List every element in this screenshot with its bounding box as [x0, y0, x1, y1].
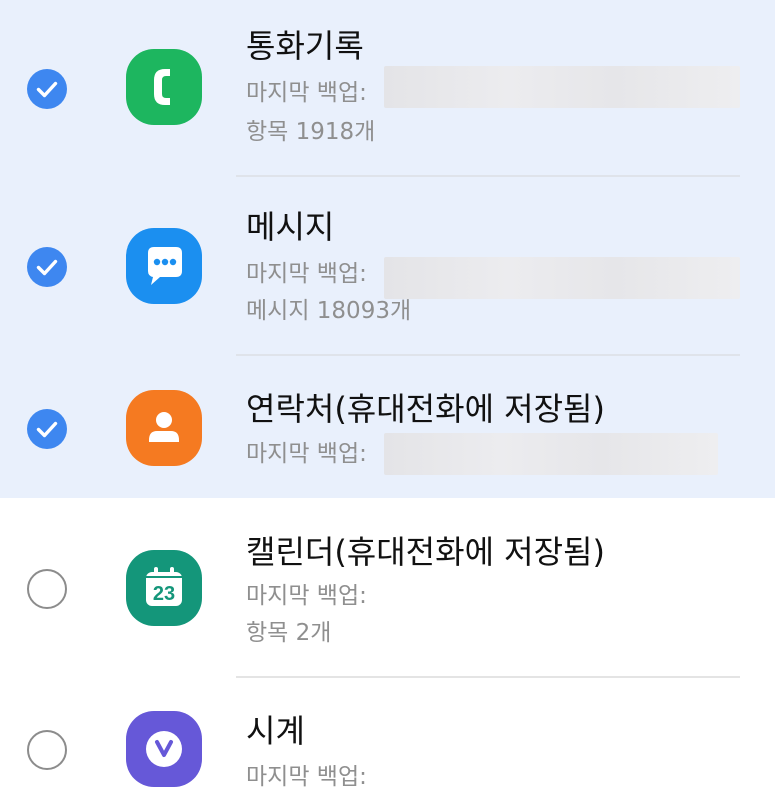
item-detail: 항목 1918개: [246, 119, 376, 145]
checkmark-icon: [36, 421, 58, 438]
checkbox-call-log[interactable]: [27, 69, 67, 109]
calendar-date-text: 23: [153, 583, 175, 605]
item-title: 캘린더(휴대전화에 저장됨): [246, 533, 605, 571]
clock-icon: [146, 731, 182, 767]
calendar-app-icon: 23: [126, 550, 202, 626]
item-title: 메시지: [246, 208, 335, 246]
message-icon: [148, 247, 182, 285]
contacts-app-icon: [126, 390, 202, 466]
divider: [236, 354, 740, 356]
checkbox-messages[interactable]: [27, 247, 67, 287]
backup-item-call-log[interactable]: 통화기록 마지막 백업: 항목 1918개: [0, 0, 775, 178]
last-backup-label: 마지막 백업:: [246, 441, 367, 467]
messages-app-icon: [126, 228, 202, 304]
redacted-backup-date: [384, 66, 740, 108]
last-backup-label: 마지막 백업:: [246, 583, 367, 609]
last-backup-label: 마지막 백업:: [246, 80, 367, 106]
call-log-app-icon: [126, 49, 202, 125]
redacted-backup-date: [384, 257, 740, 299]
divider: [236, 175, 740, 177]
checkbox-calendar[interactable]: [27, 569, 67, 609]
clock-app-icon: [126, 711, 202, 787]
item-title: 통화기록: [246, 27, 364, 65]
checkmark-icon: [36, 259, 58, 276]
item-detail: 메시지 18093개: [246, 298, 412, 324]
checkbox-clock[interactable]: [27, 730, 67, 770]
divider: [236, 676, 740, 678]
checkbox-contacts[interactable]: [27, 409, 67, 449]
last-backup-label: 마지막 백업:: [246, 764, 367, 790]
backup-item-list: 통화기록 마지막 백업: 항목 1918개 메시지 마지막 백업: 메시지 18…: [0, 0, 775, 800]
backup-item-calendar[interactable]: 23 캘린더(휴대전화에 저장됨) 마지막 백업: 항목 2개: [0, 498, 775, 679]
backup-item-clock[interactable]: 시계 마지막 백업:: [0, 679, 775, 800]
last-backup-label: 마지막 백업:: [246, 261, 367, 287]
backup-item-contacts[interactable]: 연락처(휴대전화에 저장됨) 마지막 백업:: [0, 357, 775, 498]
calendar-icon: 23: [146, 567, 182, 606]
checkmark-icon: [36, 81, 58, 98]
item-title: 시계: [246, 712, 305, 750]
phone-icon: [154, 69, 170, 105]
contacts-icon: [149, 412, 179, 442]
item-detail: 항목 2개: [246, 620, 332, 646]
item-title: 연락처(휴대전화에 저장됨): [246, 390, 605, 428]
redacted-backup-date: [384, 433, 718, 475]
backup-item-messages[interactable]: 메시지 마지막 백업: 메시지 18093개: [0, 178, 775, 357]
